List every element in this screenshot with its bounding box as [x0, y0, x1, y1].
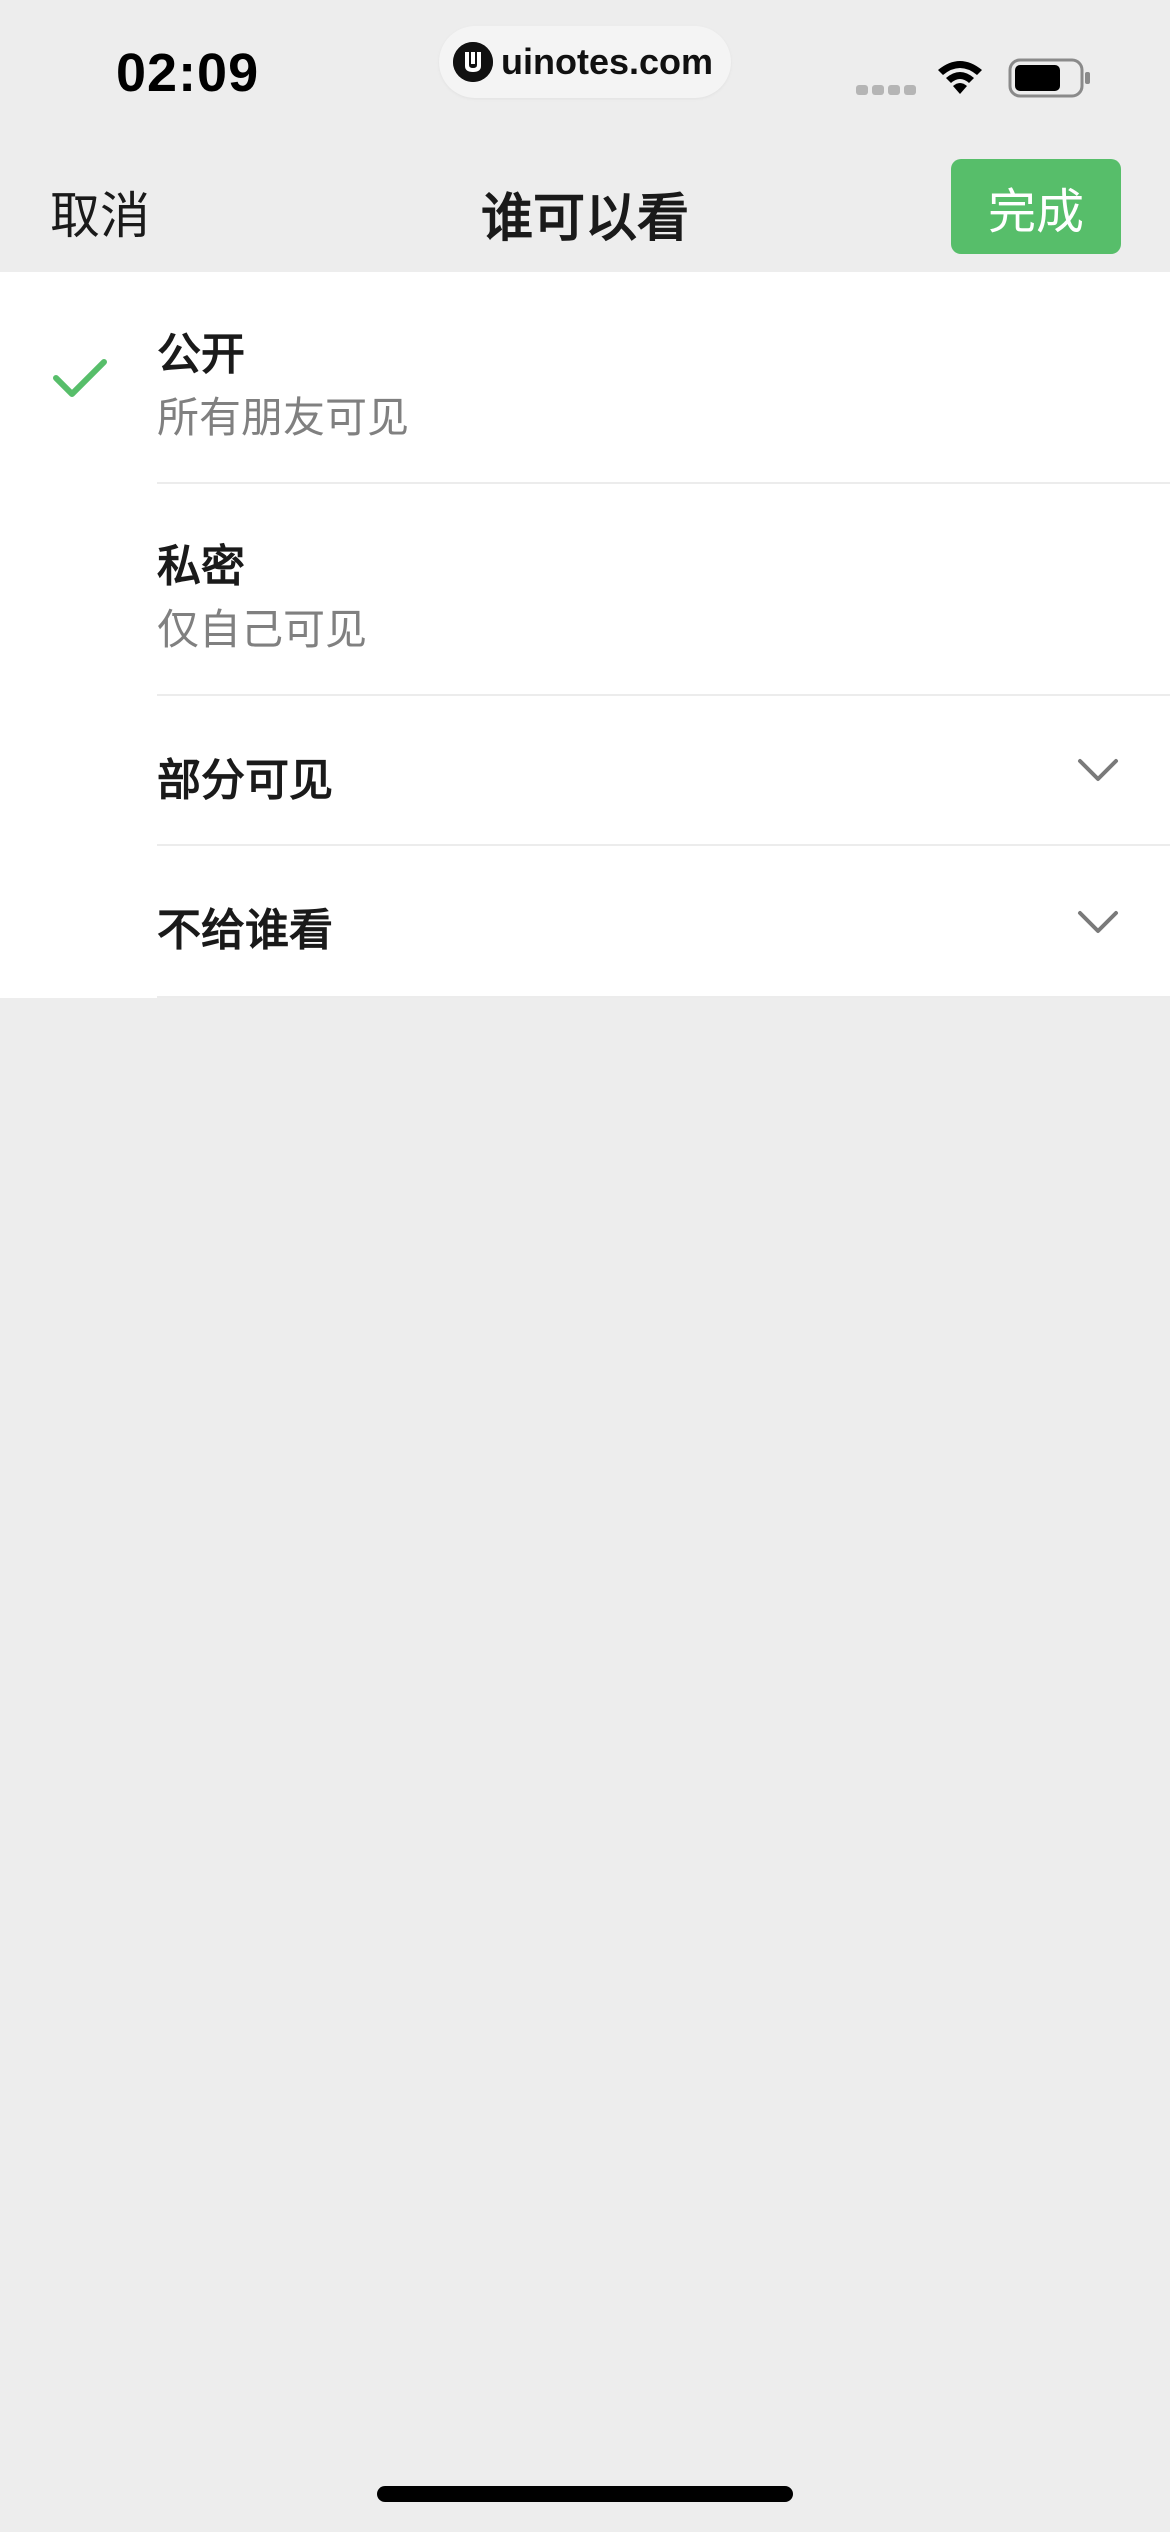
- home-indicator[interactable]: [377, 2486, 793, 2502]
- status-bar: 02:09 uinotes.com: [0, 0, 1170, 140]
- option-title: 公开: [157, 329, 245, 380]
- url-text: uinotes.com: [501, 41, 714, 82]
- site-logo-icon: [453, 42, 493, 82]
- option-exclude[interactable]: 不给谁看: [0, 846, 1170, 998]
- chevron-down-icon[interactable]: [1076, 908, 1120, 936]
- option-subtitle: 仅自己可见: [157, 605, 368, 654]
- checkmark-icon: [53, 359, 107, 397]
- option-title: 不给谁看: [157, 905, 333, 956]
- option-title: 部分可见: [157, 755, 333, 806]
- status-time: 02:09: [116, 43, 260, 103]
- signal-dots-icon: [856, 85, 916, 95]
- done-button[interactable]: 完成: [951, 159, 1121, 254]
- url-pill[interactable]: uinotes.com: [439, 26, 731, 98]
- navigation-bar: 取消 谁可以看 完成: [0, 140, 1170, 272]
- option-subtitle: 所有朋友可见: [157, 393, 410, 442]
- battery-icon: [1008, 58, 1090, 98]
- option-public[interactable]: 公开 所有朋友可见: [0, 272, 1170, 484]
- wifi-icon: [938, 61, 982, 94]
- chevron-down-icon[interactable]: [1076, 756, 1120, 784]
- option-private[interactable]: 私密 仅自己可见: [0, 484, 1170, 696]
- visibility-options-list: 公开 所有朋友可见 私密 仅自己可见 部分可见 不给谁看: [0, 272, 1170, 998]
- divider: [157, 996, 1170, 998]
- option-partially-visible[interactable]: 部分可见: [0, 696, 1170, 846]
- option-title: 私密: [157, 541, 245, 592]
